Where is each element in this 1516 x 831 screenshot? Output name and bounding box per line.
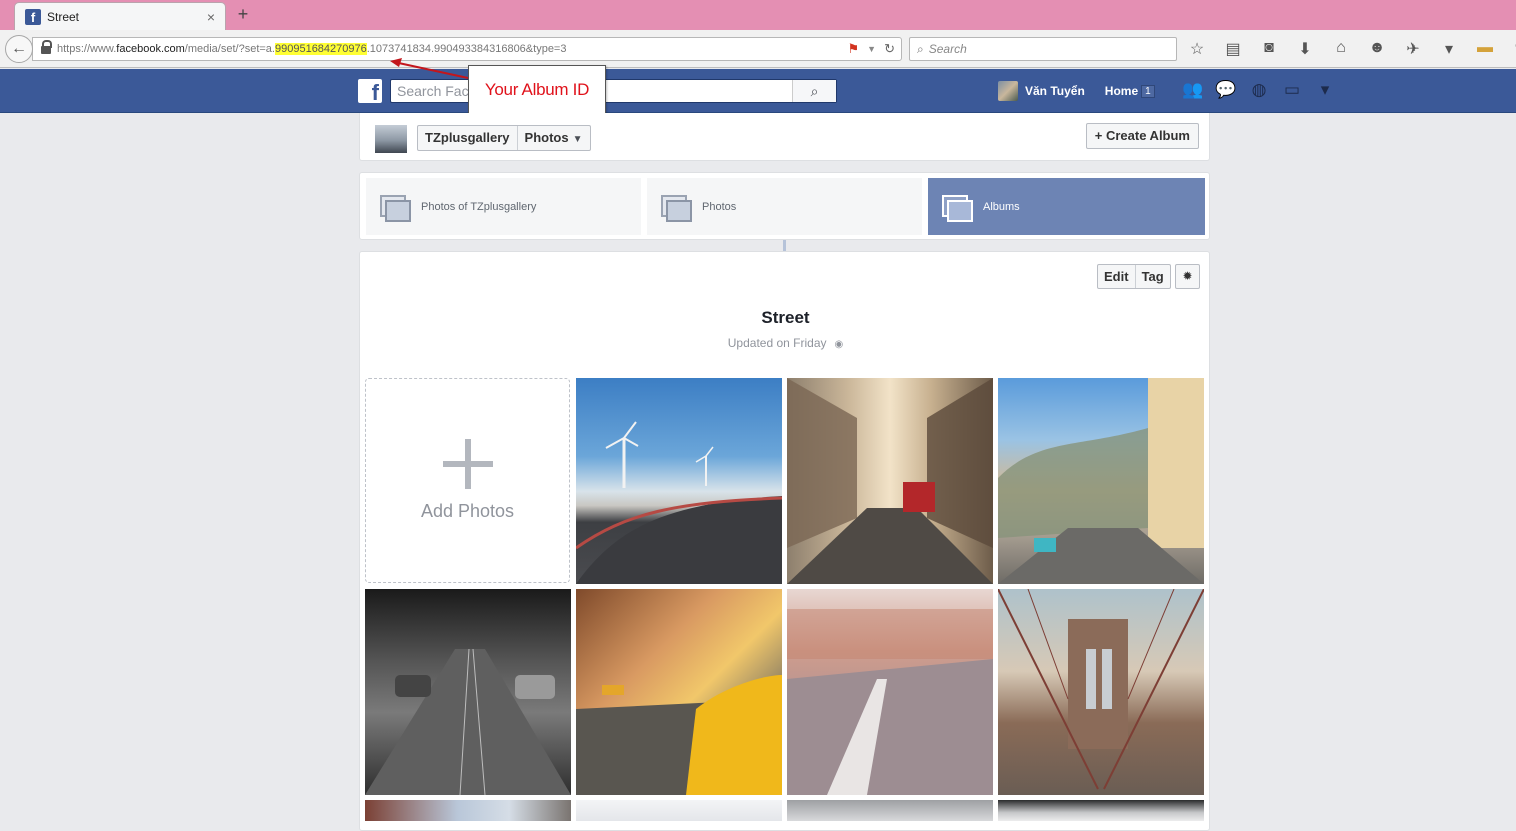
new-tab-button[interactable]: + (234, 4, 252, 24)
chat-icon[interactable]: ☻ (1366, 39, 1388, 59)
photo-london-street (787, 378, 993, 584)
photos-of-icon (380, 194, 411, 222)
album-photo[interactable] (787, 378, 993, 584)
photo-tabs: Photos of TZplusgallery Photos Albums (359, 172, 1210, 240)
facebook-logo-icon[interactable]: f (358, 79, 382, 105)
tab-albums[interactable]: Albums (928, 178, 1205, 235)
tab-label: Photos (702, 200, 737, 213)
browser-tab-bar: f Street × + (0, 0, 1516, 30)
ruler-icon[interactable]: ▬ (1474, 39, 1496, 59)
chevron-down-icon: ▼ (572, 134, 583, 145)
breadcrumb-page-name[interactable]: TZplusgallery (418, 126, 517, 150)
browser-search-placeholder: Search (928, 42, 967, 56)
lock-icon (41, 40, 52, 54)
settings-button[interactable]: ✹ (1175, 264, 1200, 289)
album-photo[interactable] (998, 800, 1204, 821)
user-name-link[interactable]: Văn Tuyển (1025, 84, 1085, 98)
pocket-icon[interactable]: ◙ (1258, 39, 1280, 59)
tab-photos-of-page[interactable]: Photos of TZplusgallery (366, 178, 641, 235)
album-photo[interactable] (576, 800, 782, 821)
eyedropper-icon[interactable]: ✎ (1510, 39, 1516, 59)
menu-dropdown-icon[interactable]: ▾ (1438, 39, 1460, 59)
photo-coastal-city (998, 378, 1204, 584)
search-icon: ⌕ (917, 41, 924, 56)
chevron-down-icon[interactable]: ▼ (867, 44, 876, 54)
add-photos-label: Add Photos (420, 501, 515, 521)
album-header-bar: TZplusgallery Photos ▼ + Create Album (359, 113, 1210, 161)
album-id-callout: Your Album ID (468, 65, 606, 114)
create-album-button[interactable]: + Create Album (1085, 123, 1199, 149)
url-text: https://www.facebook.com/media/set/?set=… (57, 43, 566, 55)
breadcrumb-section[interactable]: Photos ▼ (516, 126, 590, 150)
edit-button[interactable]: Edit (1098, 265, 1135, 288)
reload-icon[interactable]: ↻ (884, 41, 895, 57)
back-arrow-icon: ← (11, 40, 27, 57)
add-photos-tile[interactable]: Add Photos (365, 378, 570, 583)
tab-photos[interactable]: Photos (647, 178, 922, 235)
tab-close-icon[interactable]: × (207, 9, 215, 25)
photo-night-street (365, 648, 571, 795)
tag-button[interactable]: Tag (1134, 265, 1170, 288)
album-photo[interactable] (576, 589, 782, 795)
gear-icon: ✹ (1182, 269, 1193, 283)
album-photo[interactable] (787, 800, 993, 821)
account-dropdown-icon[interactable]: ▾ (1314, 80, 1336, 100)
notifications-globe-icon[interactable]: ◍ (1248, 80, 1270, 100)
flag-icon[interactable]: ⚑ (848, 41, 860, 57)
annotation-arrow (390, 58, 469, 79)
facebook-search-button[interactable]: ⌕ (792, 80, 836, 102)
plus-icon (443, 439, 493, 489)
album-actions: Edit Tag (1097, 264, 1171, 289)
album-photo[interactable] (998, 589, 1204, 795)
album-title: Street (761, 308, 810, 327)
updated-text: Updated on Friday (727, 336, 827, 350)
tab-connector (783, 240, 786, 251)
photo-bridge (998, 589, 1204, 790)
back-button[interactable]: ← (5, 35, 33, 63)
url-prefix: https://www. (57, 43, 117, 55)
friend-requests-icon[interactable]: 👥 (1182, 80, 1204, 100)
search-icon: ⌕ (810, 83, 819, 99)
album-photo[interactable] (365, 589, 571, 795)
photo-road-lines (787, 609, 993, 795)
reading-list-icon[interactable]: ▤ (1222, 39, 1244, 59)
messages-icon[interactable]: 💬 (1215, 80, 1237, 100)
photo-yellow-taxi (576, 675, 782, 795)
url-path: /media/set/?set=a. (184, 43, 275, 55)
download-icon[interactable]: ⬇ (1294, 39, 1316, 59)
home-link[interactable]: Home (1105, 84, 1138, 98)
browser-nav-bar: https://www.facebook.com/media/set/?set=… (0, 30, 1516, 68)
album-photo[interactable] (365, 800, 571, 821)
photos-icon (661, 194, 692, 222)
extension-icon[interactable]: ✈ (1402, 39, 1424, 59)
facebook-header: f Search Fac ⌕ Văn Tuyển Home 1 👥 💬 ◍ ▭ … (0, 69, 1516, 113)
tab-label: Albums (983, 200, 1020, 213)
avatar[interactable] (998, 81, 1018, 101)
facebook-favicon-icon: f (25, 8, 41, 25)
tab-title: Street (47, 9, 80, 24)
browser-search-input[interactable]: ⌕ Search (909, 37, 1177, 61)
page-thumbnail[interactable] (375, 125, 407, 153)
albums-icon (942, 194, 973, 222)
album-photo[interactable] (576, 378, 782, 584)
star-bookmark-icon[interactable]: ☆ (1186, 39, 1208, 59)
album-photo[interactable] (998, 378, 1204, 584)
album-updated: Updated on Friday ◉ (360, 336, 1211, 350)
browser-tab[interactable]: f Street × (14, 2, 226, 30)
breadcrumb-section-label: Photos (524, 130, 569, 145)
breadcrumb: TZplusgallery Photos ▼ (417, 125, 591, 151)
url-host: facebook.com (116, 43, 185, 55)
globe-icon[interactable]: ◉ (835, 339, 844, 350)
photo-windmill-road (576, 421, 782, 584)
url-album-id-highlight: 990951684270976 (274, 43, 367, 55)
home-count-badge: 1 (1141, 84, 1155, 98)
tab-label: Photos of TZplusgallery (421, 200, 537, 213)
home-icon[interactable]: ⌂ (1330, 39, 1352, 59)
privacy-shortcuts-icon[interactable]: ▭ (1281, 80, 1303, 100)
album-photo[interactable] (787, 589, 993, 795)
